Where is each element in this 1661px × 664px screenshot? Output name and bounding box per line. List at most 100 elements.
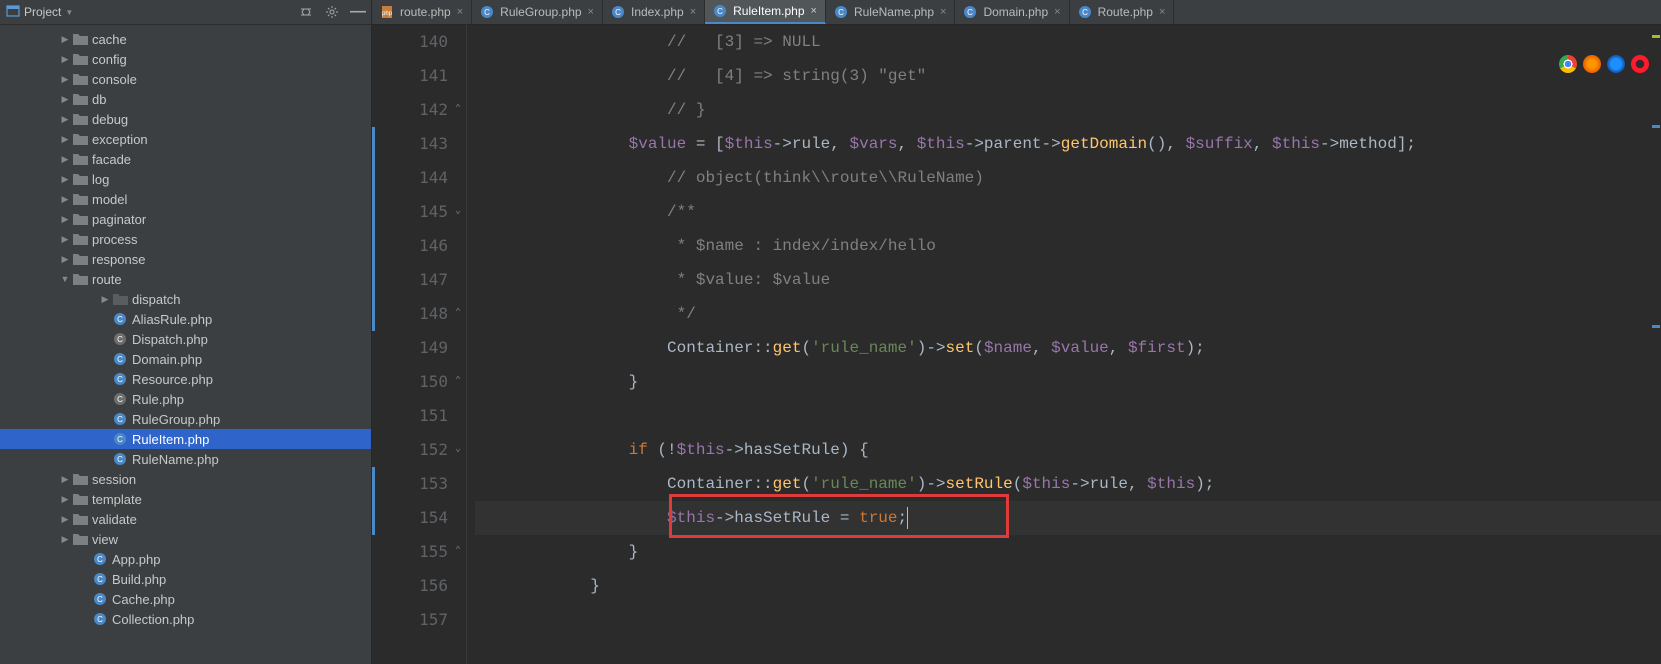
tree-folder[interactable]: ▶model — [0, 189, 371, 209]
expand-arrow-icon[interactable]: ▶ — [60, 254, 70, 265]
editor-tab[interactable]: CIndex.php× — [603, 0, 705, 24]
close-icon[interactable]: × — [457, 6, 463, 18]
editor-tab[interactable]: CRoute.php× — [1070, 0, 1175, 24]
line-number[interactable]: 146 — [372, 229, 448, 263]
line-number[interactable]: 147 — [372, 263, 448, 297]
tree-folder[interactable]: ▶exception — [0, 129, 371, 149]
line-number[interactable]: 149 — [372, 331, 448, 365]
fold-marker-icon[interactable]: ⌄ — [452, 205, 464, 217]
tree-file[interactable]: CBuild.php — [0, 569, 371, 589]
safari-icon[interactable] — [1607, 55, 1625, 73]
line-number[interactable]: 143 — [372, 127, 448, 161]
code-line[interactable]: * $name : index/index/hello — [475, 229, 1661, 263]
expand-arrow-icon[interactable]: ▶ — [60, 34, 70, 45]
close-icon[interactable]: × — [940, 6, 946, 18]
expand-arrow-icon[interactable]: ▶ — [60, 174, 70, 185]
code-line[interactable]: $this->hasSetRule = true; — [475, 501, 1661, 535]
project-dropdown[interactable]: Project ▼ — [6, 4, 73, 21]
code-line[interactable] — [475, 399, 1661, 433]
tree-folder[interactable]: ▶facade — [0, 149, 371, 169]
line-number[interactable]: 151 — [372, 399, 448, 433]
expand-arrow-icon[interactable]: ▶ — [60, 54, 70, 65]
tree-file[interactable]: CDispatch.php — [0, 329, 371, 349]
editor-tab[interactable]: CRuleItem.php× — [705, 0, 826, 24]
line-gutter[interactable]: 140141142⌃143144145⌄146147148⌃149150⌃151… — [372, 25, 467, 664]
close-icon[interactable]: × — [690, 6, 696, 18]
editor-tab[interactable]: phproute.php× — [372, 0, 472, 24]
expand-arrow-icon[interactable]: ▶ — [60, 514, 70, 525]
tree-folder[interactable]: ▶process — [0, 229, 371, 249]
tree-folder[interactable]: ▶log — [0, 169, 371, 189]
tree-folder[interactable]: ▶console — [0, 69, 371, 89]
line-number[interactable]: 155⌃ — [372, 535, 448, 569]
tree-folder[interactable]: ▶template — [0, 489, 371, 509]
tree-folder[interactable]: ▶cache — [0, 29, 371, 49]
line-number[interactable]: 140 — [372, 25, 448, 59]
line-number[interactable]: 153 — [372, 467, 448, 501]
tree-file[interactable]: CRuleName.php — [0, 449, 371, 469]
code-line[interactable]: // object(think\\route\\RuleName) — [475, 161, 1661, 195]
tree-folder[interactable]: ▶response — [0, 249, 371, 269]
collapse-icon[interactable] — [299, 5, 313, 19]
expand-arrow-icon[interactable]: ▶ — [60, 494, 70, 505]
tree-folder[interactable]: ▶config — [0, 49, 371, 69]
tree-file[interactable]: CResource.php — [0, 369, 371, 389]
code-line[interactable]: Container::get('rule_name')->set($name, … — [475, 331, 1661, 365]
line-number[interactable]: 144 — [372, 161, 448, 195]
close-icon[interactable]: × — [1159, 6, 1165, 18]
expand-arrow-icon[interactable]: ▶ — [60, 474, 70, 485]
line-number[interactable]: 142⌃ — [372, 93, 448, 127]
tree-file[interactable]: CRuleItem.php — [0, 429, 371, 449]
line-number[interactable]: 145⌄ — [372, 195, 448, 229]
code-line[interactable]: */ — [475, 297, 1661, 331]
code-line[interactable]: } — [475, 535, 1661, 569]
line-number[interactable]: 152⌄ — [372, 433, 448, 467]
code-line[interactable]: Container::get('rule_name')->setRule($th… — [475, 467, 1661, 501]
code-editor[interactable]: // [3] => NULL // [4] => string(3) "get"… — [467, 25, 1661, 664]
tree-folder[interactable]: ▶debug — [0, 109, 371, 129]
expand-arrow-icon[interactable]: ▶ — [60, 154, 70, 165]
tree-folder[interactable]: ▶view — [0, 529, 371, 549]
code-line[interactable]: } — [475, 365, 1661, 399]
code-line[interactable]: /** — [475, 195, 1661, 229]
tree-file[interactable]: CDomain.php — [0, 349, 371, 369]
line-number[interactable]: 141 — [372, 59, 448, 93]
project-tree[interactable]: ▶cache▶config▶console▶db▶debug▶exception… — [0, 25, 371, 664]
fold-marker-icon[interactable]: ⌃ — [452, 375, 464, 387]
editor-tab[interactable]: CDomain.php× — [955, 0, 1069, 24]
expand-arrow-icon[interactable]: ▶ — [60, 74, 70, 85]
code-line[interactable]: // } — [475, 93, 1661, 127]
fold-marker-icon[interactable]: ⌃ — [452, 545, 464, 557]
tree-folder[interactable]: ▶validate — [0, 509, 371, 529]
expand-arrow-icon[interactable]: ▶ — [60, 134, 70, 145]
tree-file[interactable]: CRule.php — [0, 389, 371, 409]
fold-marker-icon[interactable]: ⌄ — [452, 443, 464, 455]
code-line[interactable]: // [4] => string(3) "get" — [475, 59, 1661, 93]
editor-tab[interactable]: CRuleName.php× — [826, 0, 955, 24]
gear-icon[interactable] — [325, 5, 339, 19]
line-number[interactable]: 157 — [372, 603, 448, 637]
code-line[interactable] — [475, 603, 1661, 637]
tree-file[interactable]: CRuleGroup.php — [0, 409, 371, 429]
close-icon[interactable]: × — [588, 6, 594, 18]
expand-arrow-icon[interactable]: ▶ — [60, 114, 70, 125]
tree-folder[interactable]: ▶paginator — [0, 209, 371, 229]
opera-icon[interactable] — [1631, 55, 1649, 73]
line-number[interactable]: 154 — [372, 501, 448, 535]
tree-file[interactable]: CAliasRule.php — [0, 309, 371, 329]
line-number[interactable]: 156 — [372, 569, 448, 603]
fold-marker-icon[interactable]: ⌃ — [452, 103, 464, 115]
tree-file[interactable]: CCache.php — [0, 589, 371, 609]
expand-arrow-icon[interactable]: ▶ — [60, 534, 70, 545]
tree-folder[interactable]: ▶dispatch — [0, 289, 371, 309]
expand-arrow-icon[interactable]: ▶ — [60, 234, 70, 245]
expand-arrow-icon[interactable]: ▼ — [60, 274, 70, 284]
code-line[interactable]: $value = [$this->rule, $vars, $this->par… — [475, 127, 1661, 161]
firefox-icon[interactable] — [1583, 55, 1601, 73]
expand-arrow-icon[interactable]: ▶ — [60, 194, 70, 205]
expand-arrow-icon[interactable]: ▶ — [60, 214, 70, 225]
close-icon[interactable]: × — [811, 5, 817, 17]
expand-arrow-icon[interactable]: ▶ — [60, 94, 70, 105]
code-line[interactable]: * $value: $value — [475, 263, 1661, 297]
chrome-icon[interactable] — [1559, 55, 1577, 73]
